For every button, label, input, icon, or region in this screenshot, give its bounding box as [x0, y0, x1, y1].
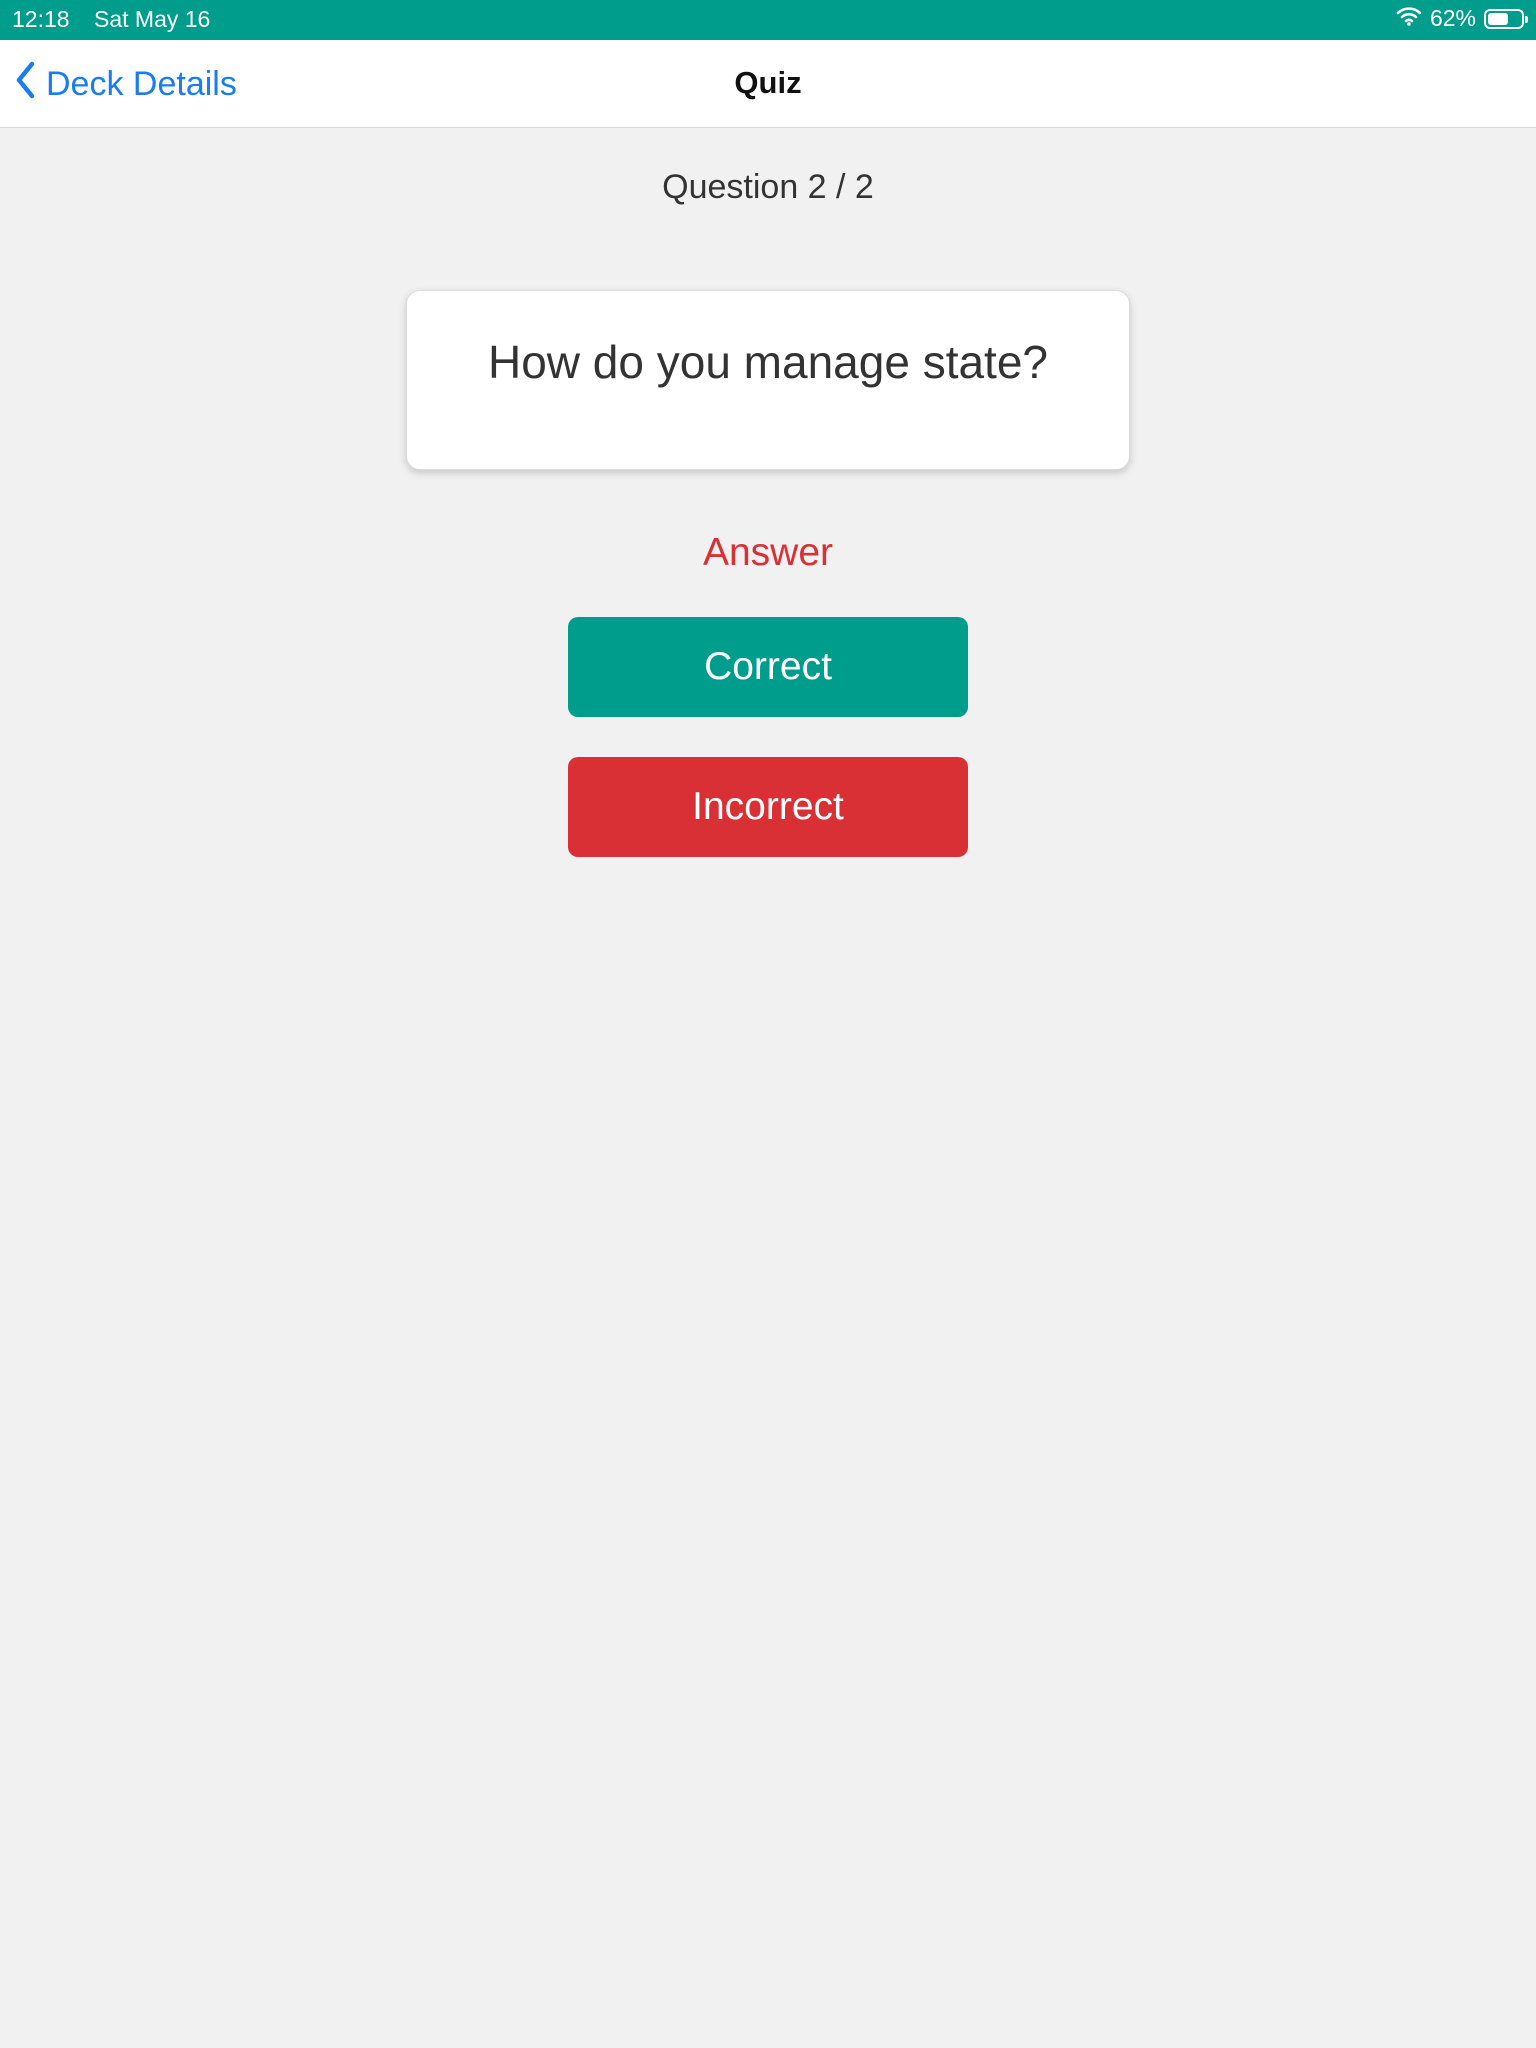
question-card: How do you manage state? — [406, 290, 1130, 470]
status-indicators: 62% — [1396, 5, 1528, 32]
question-text: How do you manage state? — [487, 336, 1049, 388]
battery-percent: 62% — [1429, 5, 1476, 31]
status-time: 12:18 — [12, 6, 70, 32]
battery-icon — [1484, 8, 1528, 29]
wifi-icon — [1396, 5, 1422, 32]
battery-cap — [1525, 15, 1528, 23]
page-title: Quiz — [734, 65, 802, 100]
incorrect-button-label: Incorrect — [692, 785, 844, 828]
status-bar: 12:18 Sat May 16 62% — [0, 0, 1536, 40]
question-counter: Question 2 / 2 — [662, 168, 874, 206]
correct-button[interactable]: Correct — [568, 617, 968, 717]
navigation-bar: Deck Details Quiz — [0, 40, 1536, 128]
correct-button-label: Correct — [704, 645, 832, 688]
incorrect-button[interactable]: Incorrect — [568, 757, 968, 857]
status-date: Sat May 16 — [94, 6, 211, 32]
battery-level-fill — [1488, 12, 1508, 25]
show-answer-button[interactable]: Answer — [0, 531, 1536, 575]
